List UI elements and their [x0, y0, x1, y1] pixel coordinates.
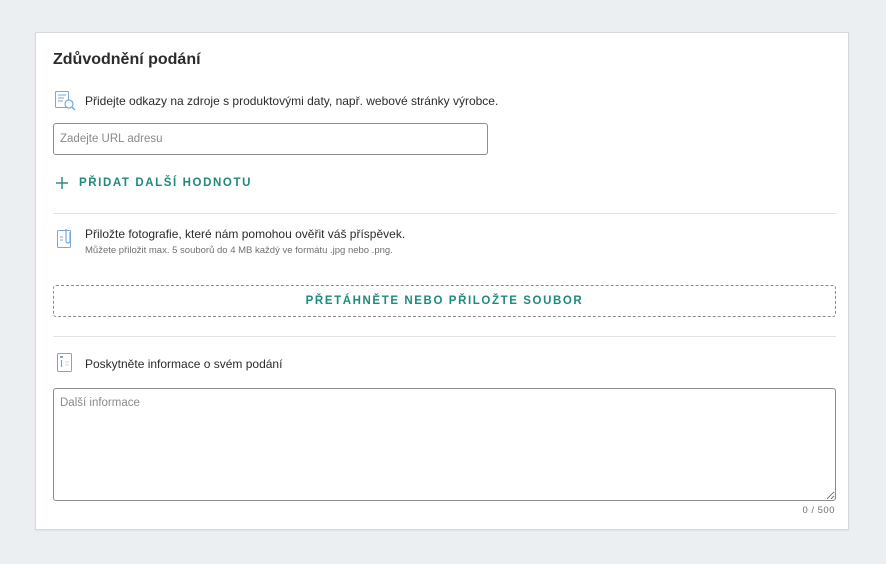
search-document-icon — [53, 89, 77, 113]
info-instruction-text: Poskytněte informace o svém podání — [85, 357, 283, 371]
info-instruction-row: Poskytněte informace o svém podání — [53, 351, 282, 375]
photos-instruction-row: Přiložte fotografie, které nám pomohou o… — [53, 227, 405, 257]
photos-hint-text: Můžete přiložit max. 5 souborů do 4 MB k… — [85, 245, 393, 256]
additional-info-textarea[interactable] — [53, 388, 836, 501]
url-input[interactable] — [53, 123, 488, 155]
add-value-button[interactable]: PŘIDAT DALŠÍ HODNOTU — [55, 176, 252, 190]
photos-instruction-block: Přiložte fotografie, které nám pomohou o… — [85, 227, 405, 257]
submission-justification-card: Zdůvodnění podání Přidejte odkazy na zdr… — [35, 32, 849, 530]
character-counter: 0 / 500 — [802, 505, 835, 516]
divider — [53, 336, 836, 337]
sources-instruction-row: Přidejte odkazy na zdroje s produktovými… — [53, 89, 498, 113]
paperclip-document-icon — [53, 227, 77, 251]
info-document-icon — [53, 351, 77, 375]
add-value-label: PŘIDAT DALŠÍ HODNOTU — [79, 177, 252, 189]
plus-icon — [55, 176, 69, 190]
section-title: Zdůvodnění podání — [53, 51, 201, 68]
dropzone-label: PŘETÁHNĚTE NEBO PŘILOŽTE SOUBOR — [305, 295, 584, 307]
photos-instruction-text: Přiložte fotografie, které nám pomohou o… — [85, 227, 406, 241]
file-dropzone[interactable]: PŘETÁHNĚTE NEBO PŘILOŽTE SOUBOR — [53, 285, 836, 317]
divider — [53, 213, 836, 214]
sources-instruction-text: Přidejte odkazy na zdroje s produktovými… — [85, 94, 499, 108]
